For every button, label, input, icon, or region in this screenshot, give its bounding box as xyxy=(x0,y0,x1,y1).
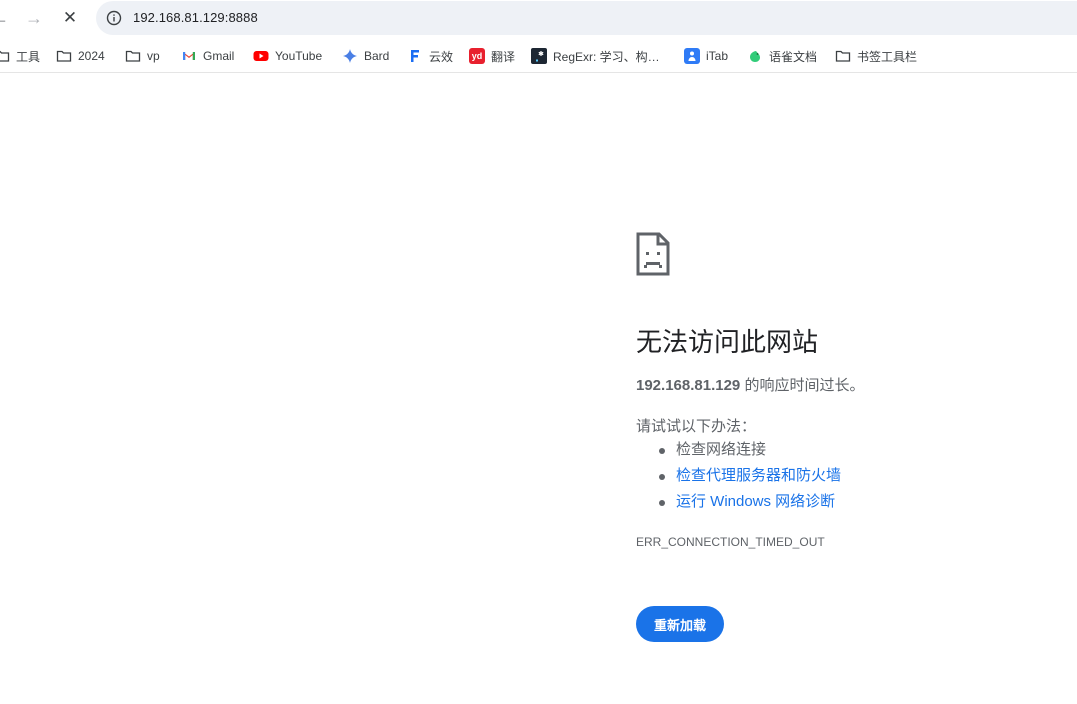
try-label: 请试试以下办法： xyxy=(636,418,757,435)
bookmarks-bar: 工具 2024 vp Gmail YouTube Bard 云效 yd 翻译 R… xyxy=(0,38,1077,73)
bookmark-label: YouTube xyxy=(275,49,323,63)
bookmark-folder-tools[interactable]: 工具 xyxy=(0,47,40,65)
forward-button[interactable]: → xyxy=(20,4,48,32)
bookmark-yunxiao[interactable]: 云效 xyxy=(407,47,453,65)
bookmark-youdao-translate[interactable]: yd 翻译 xyxy=(469,47,515,65)
bookmark-itab[interactable]: iTab xyxy=(684,47,728,65)
suggestion-check-proxy-link[interactable]: 检查代理服务器和防火墙 xyxy=(656,464,841,490)
bookmark-yuque[interactable]: 语雀文档 xyxy=(747,47,817,65)
error-title: 无法访问此网站 xyxy=(636,327,819,357)
bookmark-folder-vp[interactable]: vp xyxy=(125,47,160,65)
bookmark-folder-toolbar[interactable]: 书签工具栏 xyxy=(835,47,917,65)
bookmark-label: Bard xyxy=(364,49,390,63)
gmail-icon xyxy=(181,48,197,64)
bard-icon xyxy=(342,48,358,64)
bookmark-label: Gmail xyxy=(203,49,235,63)
bookmark-bard[interactable]: Bard xyxy=(342,47,389,65)
close-icon: ✕ xyxy=(62,8,78,27)
url-text[interactable]: 192.168.81.129:8888 xyxy=(133,10,258,25)
back-arrow-icon: ← xyxy=(0,7,9,28)
error-description-suffix: 的响应时间过长。 xyxy=(740,377,865,394)
bookmark-label: 云效 xyxy=(429,49,454,64)
address-bar[interactable]: 192.168.81.129:8888 xyxy=(96,1,1077,35)
regexr-icon xyxy=(531,48,547,64)
error-host: 192.168.81.129 xyxy=(636,377,741,394)
bookmark-label: 2024 xyxy=(78,49,105,63)
bookmark-label: 语雀文档 xyxy=(769,49,818,64)
bookmark-gmail[interactable]: Gmail xyxy=(181,47,234,65)
folder-icon xyxy=(835,48,851,64)
folder-icon xyxy=(56,48,72,64)
suggestion-check-network: 检查网络连接 xyxy=(656,438,841,464)
sad-page-icon xyxy=(636,232,670,276)
suggestion-windows-diagnostics-link[interactable]: 运行 Windows 网络诊断 xyxy=(656,490,841,516)
folder-icon xyxy=(125,48,141,64)
bookmark-folder-2024[interactable]: 2024 xyxy=(56,47,105,65)
folder-icon xyxy=(0,48,10,64)
yuque-icon xyxy=(747,48,763,64)
error-description: 192.168.81.129 的响应时间过长。 xyxy=(636,374,864,395)
stop-loading-button[interactable]: ✕ xyxy=(56,4,84,32)
bookmark-regexr[interactable]: RegExr: 学习、构… xyxy=(531,47,660,65)
back-button[interactable]: ← xyxy=(0,4,14,32)
yunxiao-icon xyxy=(407,48,423,64)
bookmark-label: 书签工具栏 xyxy=(857,49,918,64)
itab-icon xyxy=(684,48,700,64)
reload-button[interactable]: 重新加载 xyxy=(636,606,724,642)
bookmark-label: RegExr: 学习、构… xyxy=(553,49,660,64)
info-icon[interactable] xyxy=(106,10,122,26)
forward-arrow-icon: → xyxy=(25,7,43,28)
error-code: ERR_CONNECTION_TIMED_OUT xyxy=(636,535,825,549)
youdao-icon: yd xyxy=(469,48,485,64)
bookmark-label: 工具 xyxy=(16,49,41,64)
browser-toolbar: ← → ✕ 192.168.81.129:8888 xyxy=(0,0,1077,36)
bookmark-label: vp xyxy=(147,49,160,63)
suggestion-list: 检查网络连接 检查代理服务器和防火墙 运行 Windows 网络诊断 xyxy=(656,438,841,516)
bookmark-label: 翻译 xyxy=(491,49,516,64)
bookmark-label: iTab xyxy=(706,49,729,63)
bookmark-youtube[interactable]: YouTube xyxy=(253,47,322,65)
youtube-icon xyxy=(253,48,269,64)
